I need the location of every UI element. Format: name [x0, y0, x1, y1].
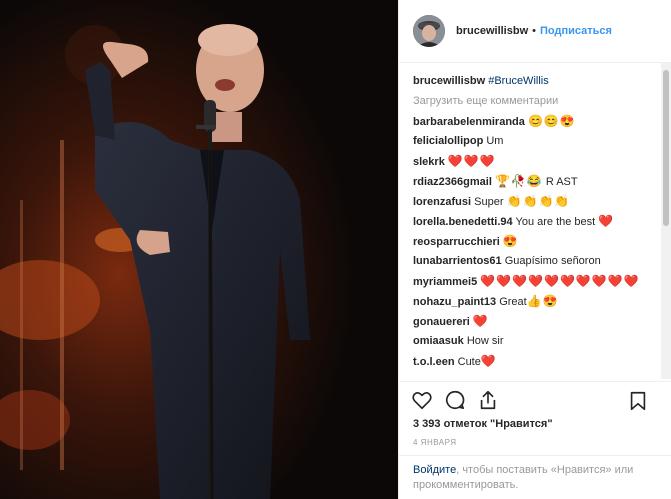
avatar-image [413, 15, 445, 47]
comment-emoji: 😊😊😍 [527, 114, 576, 128]
comment-username[interactable]: lorella.benedetti.94 [413, 216, 513, 228]
speech-bubble-icon [445, 390, 465, 409]
comment-item: nohazu_paint13 Great👍😍 [413, 291, 658, 311]
comment-text: Great [499, 296, 527, 308]
post-actions-bar [399, 381, 671, 417]
heart-outline-icon [412, 391, 432, 409]
comment-item: t.o.l.een Cute❤️ [413, 351, 658, 371]
comment-text: How sir [466, 335, 504, 347]
comment-button[interactable] [442, 387, 468, 413]
comment-item: omiaasuk How sir [413, 331, 658, 351]
comment-emoji: ❤️ [598, 214, 615, 228]
share-button[interactable] [475, 387, 501, 413]
comment-item: reosparrucchieri 😍 [413, 231, 658, 251]
concert-photo-illustration [0, 0, 398, 499]
likes-count[interactable]: 3 393 отметок "Нравится" [413, 418, 553, 430]
comment-emoji: 👍😍 [526, 294, 559, 308]
comment-username[interactable]: slekrk [413, 156, 445, 168]
comment-emoji: 😍 [502, 234, 519, 248]
bookmark-icon [630, 391, 646, 411]
comment-item: lorella.benedetti.94 You are the best ❤️ [413, 211, 658, 231]
follow-button[interactable]: Подписаться [540, 25, 612, 37]
post-photo[interactable] [0, 0, 398, 499]
comment-username[interactable]: nohazu_paint13 [413, 296, 496, 308]
comment-text: You are the best [515, 216, 596, 228]
comment-item: slekrk ❤️❤️❤️ [413, 151, 658, 171]
comment-text: Super [474, 196, 504, 208]
post-date[interactable]: 4 ЯНВАРЯ [413, 438, 457, 447]
comment-username[interactable]: felicialollipop [413, 135, 483, 147]
comment-text: Guapísimo señoron [504, 255, 601, 267]
post-side-panel: brucewillisbw • Подписаться brucewillisb… [398, 0, 671, 499]
comment-username[interactable]: t.o.l.een [413, 356, 455, 368]
comment-item: barbarabelenmiranda 😊😊😍 [413, 111, 658, 131]
comment-username[interactable]: myriammei5 [413, 276, 477, 288]
comment-text: R AST [545, 176, 578, 188]
instagram-post: brucewillisbw • Подписаться brucewillisb… [0, 0, 671, 499]
comment-emoji: ❤️ [480, 354, 497, 368]
caption-hashtag[interactable]: #BruceWillis [488, 75, 549, 87]
caption-line: brucewillisbw #BruceWillis [413, 71, 658, 91]
comment-username[interactable]: lorenzafusi [413, 196, 471, 208]
like-button[interactable] [409, 387, 435, 413]
load-more-comments-button[interactable]: Загрузить еще комментарии [413, 91, 658, 111]
comment-username[interactable]: reosparrucchieri [413, 236, 500, 248]
header-username[interactable]: brucewillisbw [456, 25, 528, 37]
comments-list[interactable]: brucewillisbw #BruceWillis Загрузить еще… [399, 63, 671, 379]
comment-username[interactable]: rdiaz2366gmail [413, 176, 492, 188]
comment-item: myriammei5 ❤️❤️❤️❤️❤️❤️❤️❤️❤️❤️ [413, 271, 658, 291]
comment-item: felicialollipop Um [413, 131, 658, 151]
avatar[interactable] [413, 15, 445, 47]
comment-text: Um [486, 135, 504, 147]
comment-emoji: 👏👏👏👏 [506, 194, 571, 208]
comment-username[interactable]: omiaasuk [413, 335, 464, 347]
comment-text: Cute [457, 356, 481, 368]
comment-username[interactable]: gonauereri [413, 316, 470, 328]
header-separator: • [532, 25, 536, 37]
share-icon [480, 390, 496, 409]
comment-emoji: ❤️ [472, 314, 489, 328]
comment-item: gonauereri ❤️ [413, 311, 658, 331]
comments-scrollbar-thumb[interactable] [663, 70, 669, 226]
comment-emoji: 🏆🥀😂 [494, 174, 543, 188]
comment-username[interactable]: barbarabelenmiranda [413, 116, 525, 128]
save-button[interactable] [625, 388, 651, 414]
login-prompt: Войдите, чтобы поставить «Нравится» или … [399, 455, 671, 499]
comment-item: rdiaz2366gmail 🏆🥀😂 R AST [413, 171, 658, 191]
comment-emoji: ❤️❤️❤️ [447, 154, 496, 168]
comment-item: lorenzafusi Super 👏👏👏👏 [413, 191, 658, 211]
comment-item: lunabarrientos61 Guapísimo señoron [413, 251, 658, 271]
login-link[interactable]: Войдите [413, 464, 456, 476]
comment-emoji: ❤️❤️❤️❤️❤️❤️❤️❤️❤️❤️ [480, 274, 640, 288]
comment-username[interactable]: lunabarrientos61 [413, 255, 502, 267]
post-header: brucewillisbw • Подписаться [399, 0, 671, 63]
caption-username[interactable]: brucewillisbw [413, 75, 485, 87]
